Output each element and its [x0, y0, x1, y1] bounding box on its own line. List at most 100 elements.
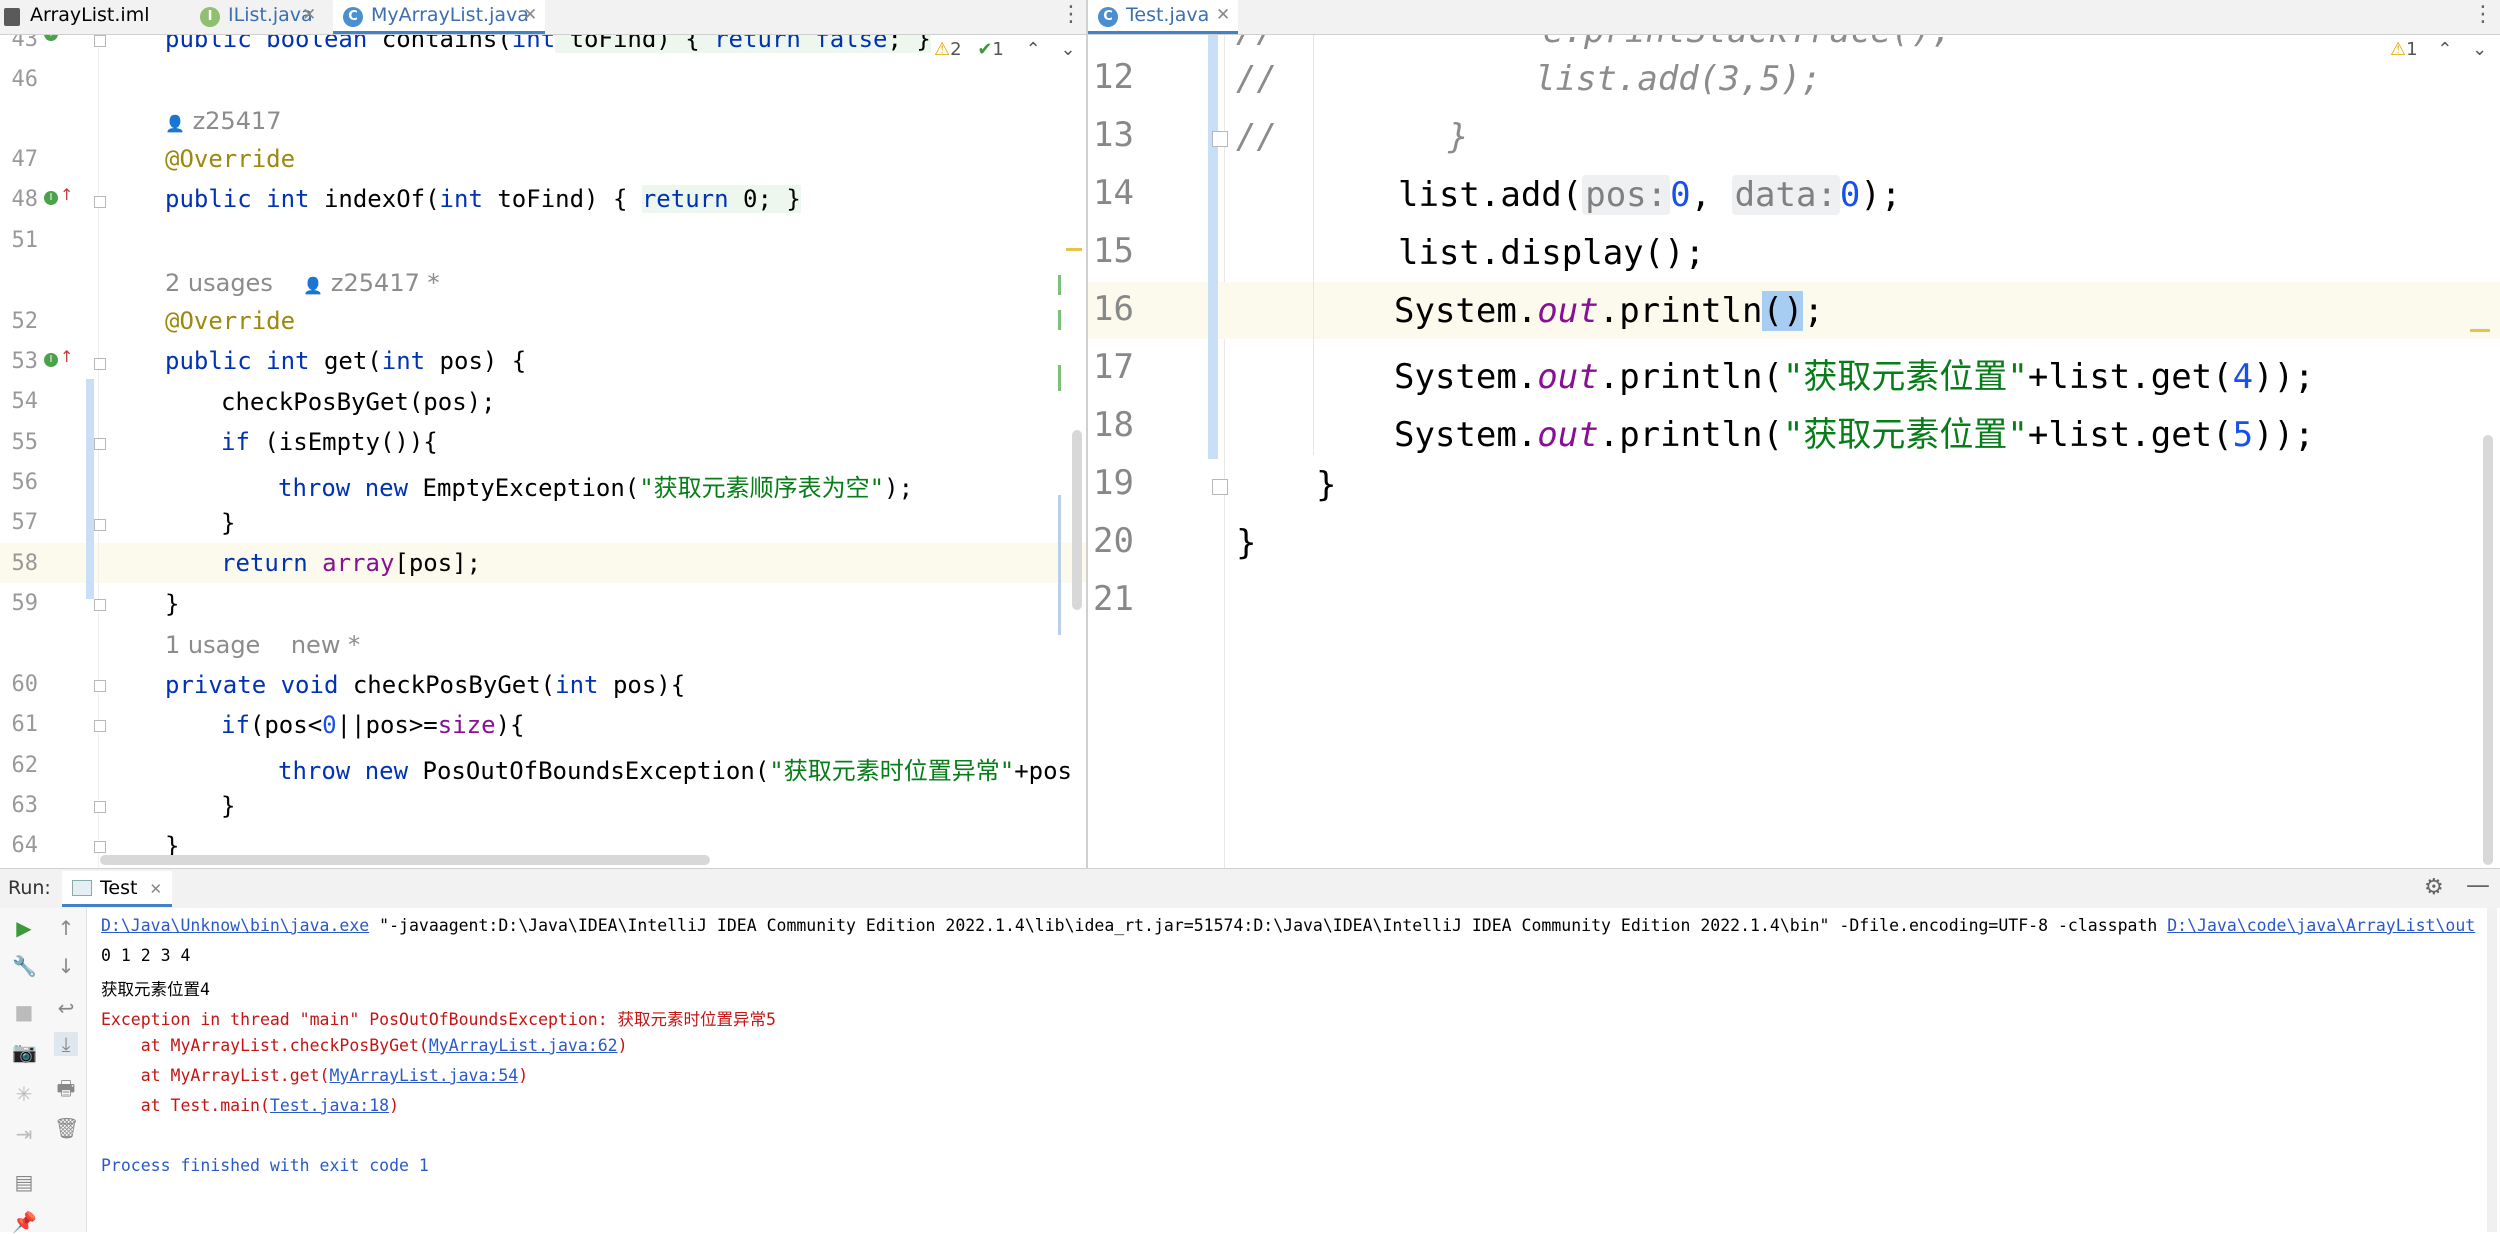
code-line: } — [221, 792, 236, 820]
comment-marker: // — [1236, 59, 1277, 99]
pin-icon[interactable]: 📌 — [12, 1210, 37, 1234]
console-output[interactable]: D:\Java\Unknow\bin\java.exe "-javaagent:… — [87, 908, 2500, 1232]
class-icon: C — [1098, 7, 1118, 27]
usages-hint[interactable]: 1 usage new * — [165, 631, 360, 659]
fold-marker[interactable] — [94, 680, 106, 692]
gutter-border — [98, 35, 99, 868]
console-line: 0 1 2 3 4 — [101, 946, 191, 965]
layout-icon[interactable]: ▤ — [12, 1170, 36, 1194]
tab-myarraylist-java[interactable]: C MyArrayList.java ✕ — [333, 0, 545, 34]
code-line: } — [1316, 465, 1337, 505]
gear-icon[interactable]: ⚙ — [2424, 875, 2444, 900]
left-editor[interactable]: 43 46 47 48 51 52 53 54 55 56 57 58 59 6… — [0, 35, 1086, 868]
horizontal-scrollbar[interactable] — [100, 855, 710, 865]
fold-marker[interactable] — [1212, 131, 1228, 147]
stop-icon[interactable]: ■ — [12, 1000, 36, 1024]
implements-method-icon[interactable]: I — [44, 191, 58, 205]
error-stripe-mark — [1058, 310, 1061, 330]
code-line: public int get(int pos) { — [165, 347, 527, 375]
fold-marker[interactable] — [94, 801, 106, 813]
chevron-up-icon[interactable]: ⌃ — [2437, 39, 2452, 60]
soft-wrap-icon[interactable]: ↩ — [54, 996, 78, 1020]
run-config-icon — [72, 880, 92, 896]
stack-trace-link[interactable]: MyArrayList.java:62 — [429, 1036, 618, 1055]
line-number: 16 — [1093, 289, 1134, 329]
console-line: 获取元素位置4 — [101, 980, 210, 999]
stack-trace-link[interactable]: Test.java:18 — [270, 1096, 389, 1115]
fold-marker[interactable] — [94, 519, 106, 531]
line-number: 21 — [1093, 579, 1134, 619]
stack-trace-line: at Test.main(Test.java:18) — [101, 1096, 400, 1115]
error-stripe-mark — [2470, 329, 2490, 332]
close-icon[interactable]: ✕ — [149, 880, 162, 898]
code-line: } — [1236, 523, 1257, 563]
code-line: if(pos<0||pos>=size){ — [221, 711, 525, 739]
vertical-scrollbar[interactable] — [1072, 430, 1082, 610]
vertical-scrollbar[interactable] — [2483, 435, 2493, 865]
stack-trace-link[interactable]: MyArrayList.java:54 — [329, 1066, 518, 1085]
fold-marker[interactable] — [94, 196, 106, 208]
code-line: } — [1448, 117, 1469, 157]
tab-ilist-java[interactable]: I IList.java ✕ — [190, 0, 330, 34]
implements-method-icon[interactable]: I — [44, 35, 58, 41]
line-number: 60 — [11, 672, 39, 697]
author-hint[interactable]: 👤 z25417 — [165, 107, 282, 135]
print-icon[interactable]: 🖶 — [54, 1076, 78, 1100]
more-tabs-icon[interactable]: ⋮ — [2472, 2, 2494, 27]
line-number: 46 — [11, 67, 39, 92]
line-number: 43 — [11, 35, 39, 52]
right-editor[interactable]: 12 13 14 15 16 17 18 19 20 21 ⚠1 ⌃ ⌄ // … — [1088, 35, 2500, 868]
login-icon[interactable]: ⇥ — [12, 1122, 36, 1146]
fold-marker[interactable] — [94, 841, 106, 853]
line-number: 57 — [11, 510, 39, 535]
chevron-down-icon[interactable]: ⌄ — [1060, 39, 1075, 60]
line-number: 15 — [1093, 231, 1134, 271]
tab-test-java[interactable]: C Test.java ✕ — [1088, 0, 1238, 34]
vertical-scrollbar[interactable] — [2487, 908, 2497, 1232]
fold-marker[interactable] — [94, 720, 106, 732]
arrow-up-icon[interactable]: ↑ — [54, 916, 78, 940]
close-icon[interactable]: ✕ — [523, 0, 537, 30]
code-line: private void checkPosByGet(int pos){ — [165, 671, 686, 699]
chevron-down-icon[interactable]: ⌄ — [2472, 39, 2487, 60]
warning-icon: ⚠ — [2390, 39, 2407, 60]
line-number: 48 — [11, 187, 39, 212]
run-tab-test[interactable]: Test ✕ — [62, 871, 173, 907]
chevron-up-icon[interactable]: ⌃ — [1026, 39, 1041, 60]
error-stripe-mark — [1058, 275, 1061, 295]
inspection-widget[interactable]: ⚠1 ⌃ ⌄ — [2390, 39, 2487, 60]
tab-arraylist-iml[interactable]: ArrayList.iml — [0, 0, 190, 34]
more-tabs-icon[interactable]: ⋮ — [1060, 2, 1082, 27]
arrow-down-icon[interactable]: ↓ — [54, 954, 78, 978]
stack-trace-line: at MyArrayList.get(MyArrayList.java:54) — [101, 1066, 529, 1085]
code-line: checkPosByGet(pos); — [221, 388, 496, 416]
line-number: 19 — [1093, 463, 1134, 503]
user-icon: 👤 — [303, 276, 324, 295]
close-icon[interactable]: ✕ — [1216, 0, 1230, 30]
scroll-to-end-icon[interactable]: ⤓ — [54, 1032, 78, 1056]
fold-marker[interactable] — [94, 599, 106, 611]
wrench-icon[interactable]: 🔧 — [12, 954, 37, 978]
module-file-icon — [4, 8, 20, 26]
debug-icon[interactable]: ✳ — [12, 1082, 36, 1106]
rerun-icon[interactable]: ▶ — [12, 916, 36, 940]
line-number: 18 — [1093, 405, 1134, 445]
inspection-widget[interactable]: ⚠2 ✔1 ⌃ ⌄ — [934, 39, 1076, 60]
implements-method-icon[interactable]: I — [44, 353, 58, 367]
code-line: if (isEmpty()){ — [221, 428, 438, 456]
trash-icon[interactable]: 🗑 — [54, 1116, 79, 1140]
usages-hint[interactable]: 2 usages 👤 z25417 * — [165, 269, 439, 297]
console-error-line: Exception in thread "main" PosOutOfBound… — [101, 1010, 776, 1029]
line-number: 63 — [11, 793, 39, 818]
fold-marker[interactable] — [94, 358, 106, 370]
fold-marker[interactable] — [94, 35, 106, 47]
close-icon[interactable]: ✕ — [302, 0, 316, 30]
line-number: 17 — [1093, 347, 1134, 387]
camera-icon[interactable]: 📷 — [12, 1040, 37, 1064]
code-line: throw new EmptyException("获取元素顺序表为空"); — [278, 474, 914, 502]
minimize-icon[interactable]: — — [2466, 871, 2490, 899]
code-line: System.out.println("获取元素位置"+list.get(4))… — [1394, 357, 2315, 397]
fold-marker[interactable] — [94, 438, 106, 450]
fold-marker[interactable] — [1212, 479, 1228, 495]
parameter-hint: data: — [1731, 175, 1840, 215]
